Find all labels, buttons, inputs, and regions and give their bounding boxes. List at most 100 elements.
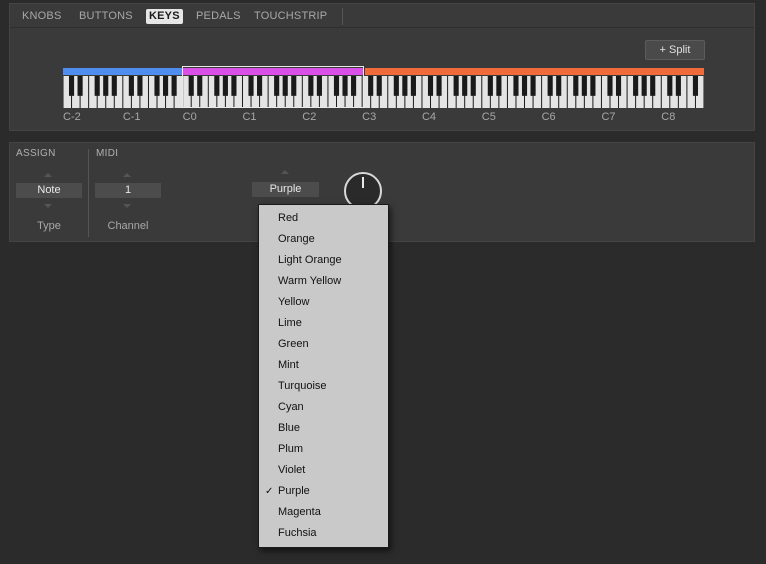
menu-item-green[interactable]: Green: [259, 334, 388, 355]
black-key[interactable]: [308, 76, 314, 96]
black-key[interactable]: [470, 76, 476, 96]
black-key[interactable]: [376, 76, 382, 96]
menu-item-blue[interactable]: Blue: [259, 418, 388, 439]
arrow-down-icon[interactable]: [44, 204, 52, 208]
black-key[interactable]: [453, 76, 459, 96]
menu-item-label: Magenta: [278, 506, 321, 518]
black-key[interactable]: [333, 76, 340, 96]
type-selector[interactable]: Note: [16, 183, 82, 198]
zone-bar-3[interactable]: [365, 68, 704, 75]
black-key[interactable]: [257, 76, 263, 96]
black-key[interactable]: [667, 76, 673, 96]
menu-item-violet[interactable]: Violet: [259, 460, 388, 481]
menu-item-label: Red: [278, 212, 299, 224]
black-key[interactable]: [675, 76, 681, 96]
black-key[interactable]: [513, 76, 519, 96]
octave-label: C0: [182, 111, 197, 123]
black-key[interactable]: [316, 76, 322, 96]
menu-item-cyan[interactable]: Cyan: [259, 397, 388, 418]
black-key[interactable]: [393, 76, 399, 96]
piano-keyboard[interactable]: [63, 76, 704, 108]
black-key[interactable]: [77, 76, 83, 96]
black-key[interactable]: [590, 76, 596, 96]
black-key[interactable]: [154, 76, 160, 96]
channel-selector[interactable]: 1: [95, 183, 161, 198]
octave-label: C4: [421, 111, 437, 123]
black-key[interactable]: [248, 76, 254, 96]
octave-label: C-1: [122, 111, 141, 123]
zone-bar-2[interactable]: [183, 68, 363, 75]
black-key[interactable]: [496, 76, 502, 96]
black-key[interactable]: [188, 76, 194, 96]
black-key[interactable]: [103, 76, 109, 96]
black-key[interactable]: [556, 76, 562, 96]
black-key[interactable]: [633, 76, 639, 96]
zone-bar-1[interactable]: [63, 68, 182, 75]
menu-item-label: Violet: [278, 464, 306, 476]
black-key[interactable]: [128, 76, 134, 96]
menu-item-label: Orange: [278, 233, 315, 245]
black-key[interactable]: [581, 76, 587, 96]
black-key[interactable]: [402, 76, 408, 96]
color-selector[interactable]: Purple: [252, 182, 319, 197]
tab-touchstrip[interactable]: TOUCHSTRIP: [251, 9, 330, 24]
menu-item-magenta[interactable]: Magenta: [259, 502, 388, 523]
menu-item-lime[interactable]: Lime: [259, 313, 388, 334]
black-key[interactable]: [137, 76, 143, 96]
black-key[interactable]: [214, 76, 220, 96]
black-key[interactable]: [94, 76, 100, 96]
black-key[interactable]: [650, 76, 656, 96]
tab-buttons[interactable]: BUTTONS: [76, 9, 136, 24]
menu-item-turquoise[interactable]: Turquoise: [259, 376, 388, 397]
tab-pedals[interactable]: PEDALS: [193, 9, 244, 24]
black-key[interactable]: [530, 76, 536, 96]
arrow-up-icon[interactable]: [44, 173, 52, 177]
piano-keys[interactable]: [63, 76, 704, 108]
arrow-down-icon[interactable]: [123, 204, 131, 208]
black-key[interactable]: [231, 76, 237, 96]
black-key[interactable]: [68, 76, 75, 96]
midi-section-label: MIDI: [96, 148, 119, 159]
menu-item-orange[interactable]: Orange: [259, 229, 388, 250]
black-key[interactable]: [282, 76, 288, 96]
black-key[interactable]: [163, 76, 169, 96]
menu-item-plum[interactable]: Plum: [259, 439, 388, 460]
menu-item-red[interactable]: Red: [259, 208, 388, 229]
black-key[interactable]: [487, 76, 493, 96]
black-key[interactable]: [410, 76, 416, 96]
black-key[interactable]: [111, 76, 117, 96]
black-key[interactable]: [521, 76, 528, 96]
black-key[interactable]: [351, 76, 357, 96]
black-key[interactable]: [291, 76, 297, 96]
split-button[interactable]: + Split: [645, 40, 705, 60]
menu-item-label: Light Orange: [278, 254, 342, 266]
black-key[interactable]: [607, 76, 613, 96]
black-key[interactable]: [573, 76, 579, 96]
black-key[interactable]: [368, 76, 374, 96]
keys-editor: KNOBS BUTTONS KEYS PEDALS TOUCHSTRIP + S…: [0, 0, 766, 564]
section-divider: [88, 149, 89, 237]
menu-item-mint[interactable]: Mint: [259, 355, 388, 376]
menu-item-light-orange[interactable]: Light Orange: [259, 250, 388, 271]
menu-item-purple[interactable]: ✓ Purple: [259, 481, 388, 502]
menu-item-yellow[interactable]: Yellow: [259, 292, 388, 313]
menu-item-fuchsia[interactable]: Fuchsia: [259, 523, 388, 544]
black-key[interactable]: [427, 76, 434, 96]
menu-item-label: Green: [278, 338, 309, 350]
black-key[interactable]: [462, 76, 468, 96]
arrow-up-icon[interactable]: [281, 170, 289, 174]
black-key[interactable]: [222, 76, 228, 96]
black-key[interactable]: [342, 76, 348, 96]
black-key[interactable]: [171, 76, 177, 96]
black-key[interactable]: [547, 76, 553, 96]
arrow-up-icon[interactable]: [123, 173, 131, 177]
black-key[interactable]: [274, 76, 280, 96]
black-key[interactable]: [197, 76, 203, 96]
menu-item-warm-yellow[interactable]: Warm Yellow: [259, 271, 388, 292]
tab-keys[interactable]: KEYS: [146, 9, 183, 24]
black-key[interactable]: [436, 76, 442, 96]
black-key[interactable]: [641, 76, 647, 96]
tab-knobs[interactable]: KNOBS: [19, 9, 65, 24]
black-key[interactable]: [615, 76, 622, 96]
black-key[interactable]: [692, 76, 699, 96]
